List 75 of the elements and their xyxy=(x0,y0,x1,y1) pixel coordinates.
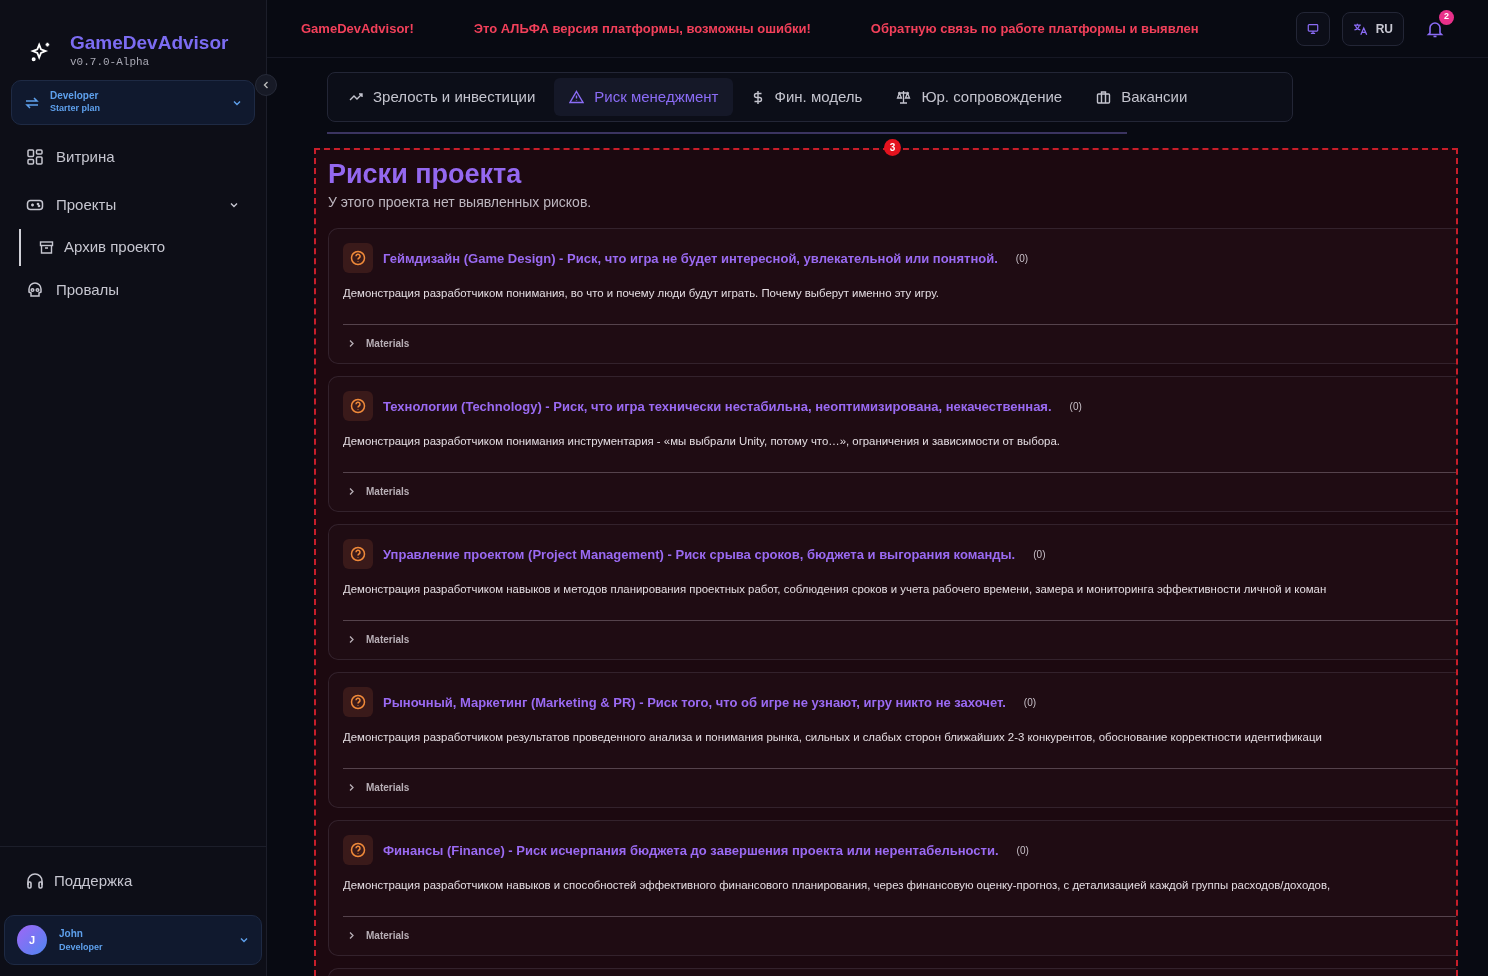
risk-title: Технологии (Technology) - Риск, что игра технически нестабильна, неоптимизирована, некачественная. xyxy=(383,397,1052,416)
monitor-icon xyxy=(1307,21,1319,36)
materials-toggle[interactable]: Materials xyxy=(343,927,414,943)
headphones-icon xyxy=(26,872,44,890)
nav-item[interactable]: Провалы xyxy=(0,266,266,314)
help-icon xyxy=(343,243,373,274)
support-link[interactable]: Поддержка xyxy=(0,847,266,915)
tab[interactable]: Юр. сопровождение xyxy=(881,78,1078,116)
risk-description: Демонстрация разработчиком навыков и способностей эффективного финансового планирования, через финансовую оценку-прогноз, с детализацией каждой группы расходов/доходов, xyxy=(343,878,1332,894)
display-button[interactable] xyxy=(1296,11,1330,46)
help-icon xyxy=(343,687,373,718)
risk-description: Демонстрация разработчиком понимания, во что и почему люди будут играть. Почему выберут именно эту игру. xyxy=(343,286,940,302)
dollar-icon xyxy=(752,89,765,105)
error-count: 3 xyxy=(884,139,901,156)
brand-name: GameDevAdvisor xyxy=(70,33,229,55)
language-button[interactable]: RU xyxy=(1342,11,1404,46)
section-title: Риски проекта xyxy=(328,158,523,191)
chevron-icon xyxy=(347,634,356,644)
chevron-icon xyxy=(261,80,271,90)
risk-count: (0) xyxy=(1069,399,1082,414)
nav-item[interactable]: Проекты xyxy=(0,181,266,229)
risk-title: Геймдизайн (Game Design) - Риск, что игра не будет интересной, увлекательной или понятной. xyxy=(383,249,998,268)
chevron-icon xyxy=(347,930,356,940)
risk-description: Демонстрация разработчиком понимания инструментария - «мы выбрали Unity, потому что…», ограничения и зависимости от выбора. xyxy=(343,434,1061,450)
translate-icon xyxy=(1353,21,1368,36)
risk-title: Финансы (Finance) - Риск исчерпания бюджета до завершения проекта или нерентабельности. xyxy=(383,841,999,860)
section-subtitle: У этого проекта нет выявленных рисков. xyxy=(328,193,593,213)
banner-message: Обратную связь по работе платформы и выявлен xyxy=(870,19,1199,38)
risk-count: (0) xyxy=(1016,843,1029,858)
chevron-icon xyxy=(347,338,356,348)
nav-subitem[interactable]: Архив проекто xyxy=(19,229,266,266)
grid-icon xyxy=(26,148,44,166)
tab[interactable]: Риск менеджмент xyxy=(554,78,734,116)
notifications-button[interactable]: 2 xyxy=(1416,9,1454,48)
risk-title: Управление проектом (Project Management) - Риск срыва сроков, бюджета и выгорания команды. xyxy=(383,545,1016,564)
user-role: Developer xyxy=(59,940,104,954)
risk-count: (0) xyxy=(1023,695,1037,710)
risk-title: Рыночный, Маркетинг (Marketing & PR) - Риск того, что об игре не узнают, игру никто не захочет. xyxy=(383,693,1006,712)
version-label: v0.7.0-Alpha xyxy=(70,55,151,71)
risk-count: (0) xyxy=(1015,251,1029,266)
warning-icon xyxy=(569,90,585,104)
briefcase-icon xyxy=(1096,90,1112,104)
materials-toggle[interactable]: Materials xyxy=(343,779,414,795)
help-icon xyxy=(343,835,373,866)
risk-description: Демонстрация разработчиком навыков и методов планирования проектных работ, соблюдения сроков и учета рабочего времени, замера и мониторинга эффективности личной и коман xyxy=(343,582,1328,598)
help-icon xyxy=(343,391,373,422)
chevron-icon xyxy=(347,782,356,792)
collapse-button[interactable] xyxy=(255,74,277,96)
skull-icon xyxy=(26,281,44,299)
user-menu[interactable]: J John Developer xyxy=(4,915,262,965)
chevron-icon xyxy=(239,935,249,945)
nav-item[interactable]: Витрина xyxy=(0,133,266,181)
tab[interactable]: Фин. модель xyxy=(737,78,878,116)
risk-description: Демонстрация разработчиком результатов проведенного анализа и понимания рынка, сильных и слабых сторон ближайших 2-3 конкурентов, обоснование корректности идентификаци xyxy=(343,730,1323,746)
scales-icon xyxy=(896,90,912,104)
sparkle-icon xyxy=(30,41,52,63)
archive-icon xyxy=(39,240,54,255)
account-role: Developer xyxy=(50,89,100,103)
account-plan: Starter plan xyxy=(50,102,101,116)
account-switcher[interactable]: Developer Starter plan xyxy=(11,80,255,125)
risk-count: (0) xyxy=(1033,547,1046,562)
user-name: John xyxy=(59,926,84,941)
materials-toggle[interactable]: Materials xyxy=(343,483,414,499)
banner-message: GameDevAdvisor! xyxy=(301,19,414,38)
materials-toggle[interactable]: Materials xyxy=(343,335,414,351)
help-icon xyxy=(343,539,373,570)
notification-count: 2 xyxy=(1439,9,1454,25)
banner-message: Это АЛЬФА версия платформы, возможны ошибки! xyxy=(473,19,811,38)
tab[interactable]: Зрелость и инвестиции xyxy=(334,78,551,116)
tab[interactable]: Вакансии xyxy=(1081,78,1203,116)
chevron-icon xyxy=(347,486,356,496)
switch-icon xyxy=(24,94,40,111)
materials-toggle[interactable]: Materials xyxy=(343,631,414,647)
user-avatar: J xyxy=(17,925,47,955)
bell-icon xyxy=(1426,19,1444,38)
